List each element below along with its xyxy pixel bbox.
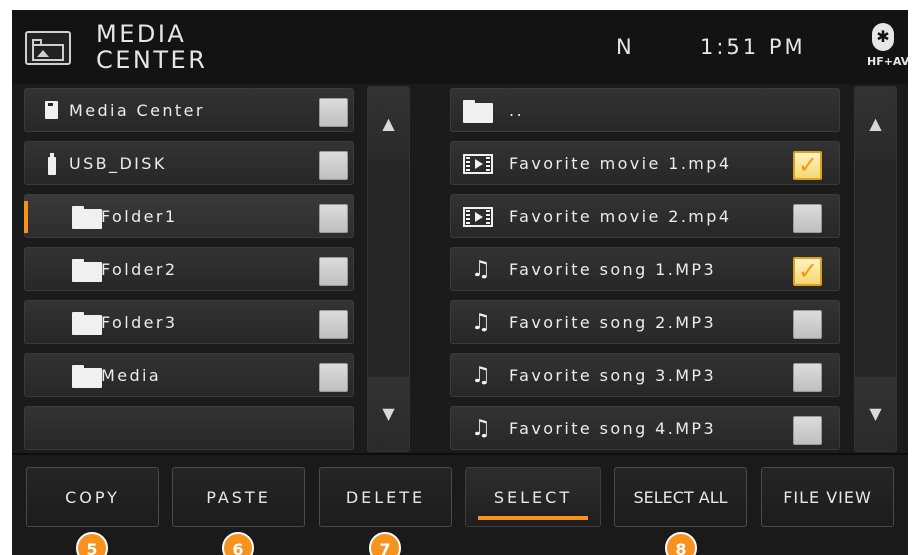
title-line-2: CENTER [96, 46, 208, 74]
list-item-label: Folder3 [101, 313, 178, 332]
header-bar: MEDIA CENTER N 1:51 PM ✱ HF+AV [12, 10, 908, 84]
list-item-song-2[interactable]: ♫ Favorite song 2.MP3 [450, 300, 840, 344]
checkbox[interactable] [793, 310, 822, 339]
callout-badge-8: 8 [665, 532, 697, 555]
usb-icon [48, 153, 56, 175]
music-note-icon: ♫ [471, 257, 491, 282]
list-item-label: Favorite song 4.MP3 [509, 419, 717, 438]
music-note-icon: ♫ [471, 310, 491, 335]
scroll-up-button[interactable]: ▲ [855, 87, 896, 161]
list-item-media-center[interactable]: Media Center [24, 88, 354, 132]
paste-button[interactable]: PASTE [172, 467, 305, 527]
list-item-label: Folder1 [101, 207, 178, 226]
checkbox[interactable] [319, 257, 348, 286]
list-item-movie-2[interactable]: Favorite movie 2.mp4 [450, 194, 840, 238]
select-button[interactable]: SELECT [465, 467, 601, 527]
music-note-icon: ♫ [471, 416, 491, 441]
list-item-empty [24, 406, 354, 450]
media-center-screen: MEDIA CENTER N 1:51 PM ✱ HF+AV Media Cen… [12, 10, 908, 555]
checkbox[interactable] [319, 310, 348, 339]
checkbox-checked[interactable]: ✓ [793, 257, 822, 286]
list-item-label: USB_DISK [69, 154, 167, 173]
title-line-1: MEDIA [96, 20, 187, 48]
list-item-label: Media Center [69, 101, 205, 120]
checkbox[interactable] [319, 98, 348, 127]
list-item-folder3[interactable]: Folder3 [24, 300, 354, 344]
list-item-label: .. [509, 101, 524, 120]
active-indicator [478, 516, 588, 520]
list-item-movie-1[interactable]: Favorite movie 1.mp4 ✓ [450, 141, 840, 185]
checkbox-checked[interactable]: ✓ [793, 151, 822, 180]
selection-marker [24, 201, 28, 233]
folder-icon [463, 100, 493, 123]
folder-icon [72, 259, 102, 282]
scroll-down-button[interactable]: ▼ [368, 377, 409, 451]
copy-button[interactable]: COPY [26, 467, 159, 527]
list-item-song-4[interactable]: ♫ Favorite song 4.MP3 [450, 406, 840, 450]
list-item-label: Media [101, 366, 162, 385]
bottom-toolbar: COPY PASTE DELETE SELECT SELECT ALL FILE… [12, 453, 908, 555]
checkbox[interactable] [793, 363, 822, 392]
delete-button[interactable]: DELETE [319, 467, 452, 527]
checkbox[interactable] [319, 204, 348, 233]
list-item-usb-disk[interactable]: USB_DISK [24, 141, 354, 185]
file-view-button[interactable]: FILE VIEW [761, 467, 894, 527]
compass-heading: N [616, 35, 632, 59]
list-item-parent-folder[interactable]: .. [450, 88, 840, 132]
sd-card-icon [45, 101, 58, 119]
list-item-folder1[interactable]: Folder1 [24, 194, 354, 238]
list-item-label: Favorite movie 1.mp4 [509, 154, 732, 173]
right-scrollbar[interactable]: ▲ ▼ [854, 86, 897, 452]
callout-badge-5: 5 [76, 532, 108, 555]
list-item-folder2[interactable]: Folder2 [24, 247, 354, 291]
video-icon [463, 207, 493, 227]
video-icon [463, 154, 493, 174]
checkbox[interactable] [319, 151, 348, 180]
music-note-icon: ♫ [471, 363, 491, 388]
select-all-button[interactable]: SELECT ALL [614, 467, 747, 527]
select-button-label: SELECT [493, 488, 573, 507]
callout-badge-7: 7 [369, 532, 401, 555]
list-item-media[interactable]: Media [24, 353, 354, 397]
list-item-label: Favorite movie 2.mp4 [509, 207, 732, 226]
media-center-icon [25, 31, 71, 65]
checkbox[interactable] [793, 204, 822, 233]
list-item-song-3[interactable]: ♫ Favorite song 3.MP3 [450, 353, 840, 397]
checkmark-icon: ✓ [798, 257, 819, 285]
checkbox[interactable] [793, 416, 822, 445]
clock: 1:51 PM [700, 35, 806, 59]
list-item-label: Favorite song 2.MP3 [509, 313, 717, 332]
list-item-label: Folder2 [101, 260, 178, 279]
list-item-label: Favorite song 3.MP3 [509, 366, 717, 385]
callout-badge-6: 6 [222, 532, 254, 555]
left-scrollbar[interactable]: ▲ ▼ [367, 86, 410, 452]
folder-icon [72, 312, 102, 335]
list-item-label: Favorite song 1.MP3 [509, 260, 717, 279]
bluetooth-icon: ✱ [872, 23, 894, 51]
scroll-up-button[interactable]: ▲ [368, 87, 409, 161]
folder-icon [72, 365, 102, 388]
list-item-song-1[interactable]: ♫ Favorite song 1.MP3 ✓ [450, 247, 840, 291]
checkbox[interactable] [319, 363, 348, 392]
bluetooth-label: HF+AV [867, 55, 908, 68]
folder-icon [72, 206, 102, 229]
scroll-down-button[interactable]: ▼ [855, 377, 896, 451]
checkmark-icon: ✓ [798, 151, 819, 179]
